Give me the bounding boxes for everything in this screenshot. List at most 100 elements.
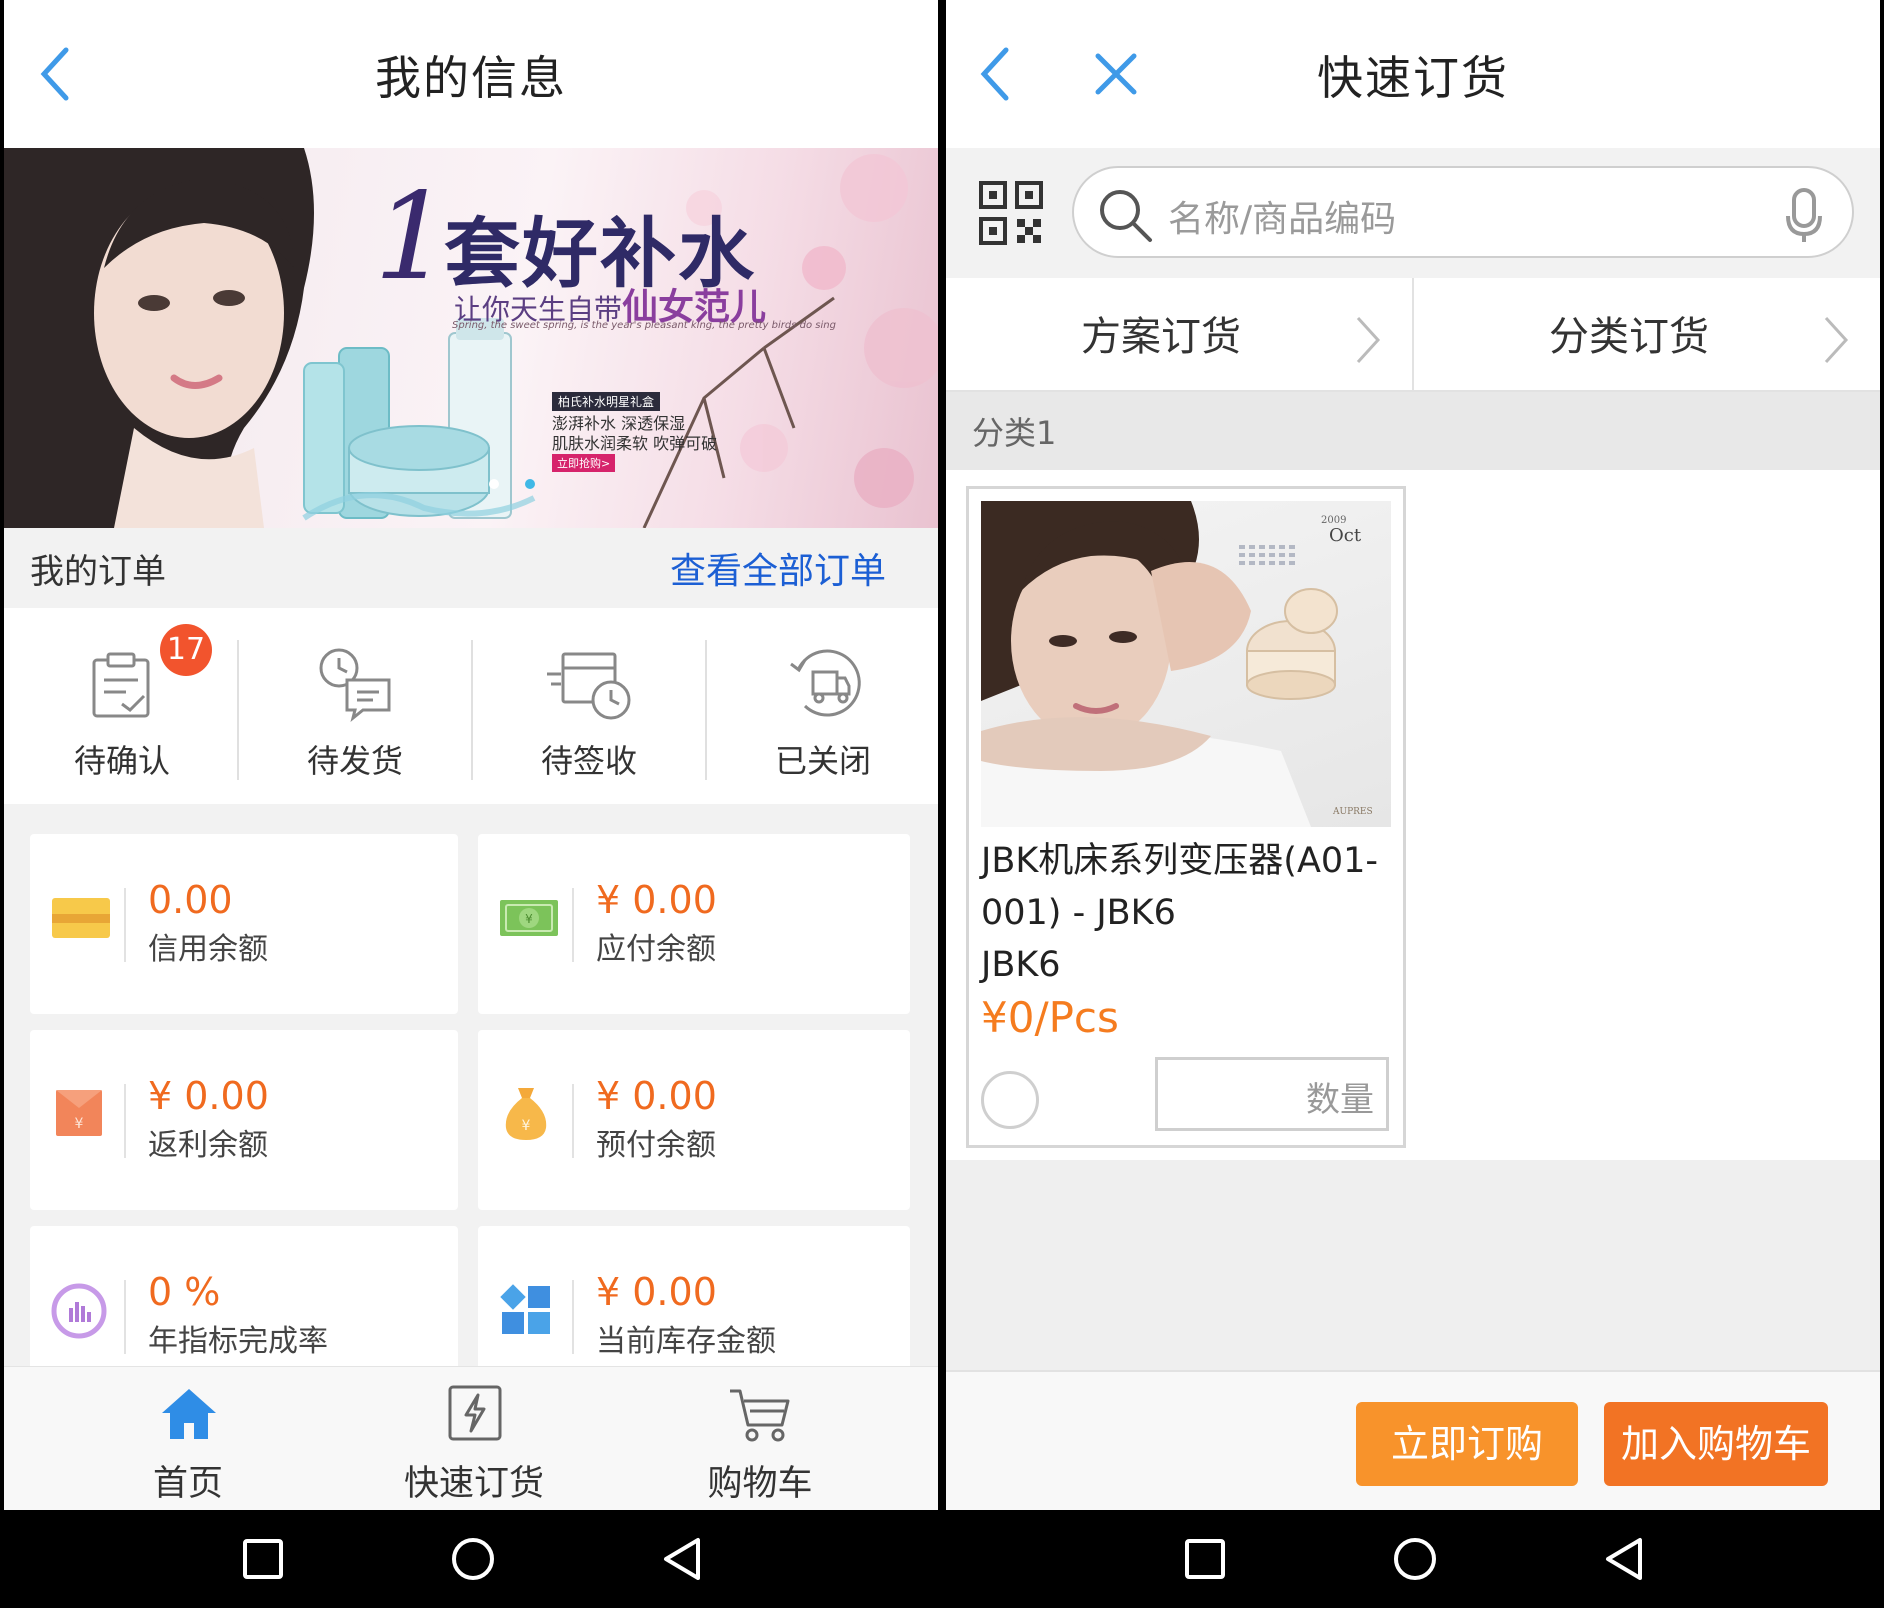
search-input[interactable]: 名称/商品编码 xyxy=(1072,166,1854,258)
nav-bar: 我的信息 xyxy=(4,0,938,148)
clock-message-icon xyxy=(315,644,395,728)
money-bag-icon: ¥ xyxy=(500,1084,552,1146)
order-mode-row: 方案订货 分类订货 xyxy=(946,278,1880,392)
quantity-input[interactable]: 数量 xyxy=(1155,1057,1389,1131)
bottom-tab-bar: 首页 快速订货 购物车 xyxy=(4,1366,938,1510)
cart-icon xyxy=(728,1385,792,1449)
status-pending-ship[interactable]: 待发货 xyxy=(239,630,471,810)
orders-header: 我的订单 查看全部订单 xyxy=(4,528,938,608)
action-bar: 立即订购 加入购物车 xyxy=(946,1370,1880,1510)
status-pending-confirm[interactable]: 17 待确认 xyxy=(6,624,238,810)
balance-value: ¥ 0.00 xyxy=(596,878,717,922)
clipboard-check-icon xyxy=(86,648,158,724)
balance-value: 0 % xyxy=(148,1270,221,1314)
back-triangle-icon[interactable] xyxy=(660,1536,704,1586)
home-circle-icon[interactable] xyxy=(450,1536,496,1586)
balance-card-rebate[interactable]: ¥ ¥ 0.00 返利余额 xyxy=(30,1030,458,1210)
balance-label: 返利余额 xyxy=(148,1128,268,1163)
tab-label: 购物车 xyxy=(707,1464,813,1504)
delivery-truck-clock-icon xyxy=(545,646,635,726)
system-nav-bar xyxy=(946,1510,1880,1608)
quantity-placeholder: 数量 xyxy=(1306,1080,1374,1120)
search-icon xyxy=(1096,186,1156,250)
view-all-orders-link[interactable]: 查看全部订单 xyxy=(670,542,886,594)
quick-order-screen: 快速订货 名称/商品编码 方案订货 分类订货 分类1 2009 Oct AUPR… xyxy=(946,0,1880,1608)
buy-now-button[interactable]: 立即订购 xyxy=(1356,1402,1578,1486)
divider xyxy=(572,888,574,962)
svg-text:¥: ¥ xyxy=(525,912,533,926)
status-label: 待签收 xyxy=(540,742,637,780)
banner-box-button[interactable]: 立即抢购> xyxy=(552,454,616,472)
chevron-right-icon xyxy=(1820,314,1850,370)
product-name: JBK机床系列变压器(A01-001) - JBK6 xyxy=(981,841,1379,933)
balance-label: 信用余额 xyxy=(148,932,268,967)
my-info-screen: 我的信息 1 套好补水 让你天生自带仙女范儿 Spring, the sweet… xyxy=(4,0,938,1608)
truck-return-icon xyxy=(785,644,863,726)
balance-value: ¥ 0.00 xyxy=(148,1074,269,1118)
tab-label: 首页 xyxy=(152,1464,223,1504)
tab-home[interactable]: 首页 xyxy=(38,1367,338,1511)
credit-card-icon xyxy=(50,896,112,944)
status-pending-receipt[interactable]: 待签收 xyxy=(473,630,705,810)
balance-card-credit[interactable]: 0.00 信用余额 xyxy=(30,834,458,1014)
balance-card-payable[interactable]: ¥ ¥ 0.00 应付余额 xyxy=(478,834,910,1014)
status-closed[interactable]: 已关闭 xyxy=(707,630,938,810)
balance-value: ¥ 0.00 xyxy=(596,1074,717,1118)
home-icon xyxy=(158,1385,220,1447)
status-label: 待确认 xyxy=(73,742,170,780)
balance-card-prepaid[interactable]: ¥ ¥ 0.00 预付余额 xyxy=(478,1030,910,1210)
divider xyxy=(572,1280,574,1354)
product-image: 2009 Oct AUPRES xyxy=(981,501,1391,827)
product-card[interactable]: 2009 Oct AUPRES JBK机床系列变压器(A01-001) - JB… xyxy=(966,486,1406,1148)
banner-headline-number: 1 xyxy=(374,168,451,307)
image-month: Oct xyxy=(1329,525,1362,546)
image-brand: AUPRES xyxy=(1333,807,1373,817)
product-photo xyxy=(981,501,1338,827)
promo-banner[interactable]: 1 套好补水 让你天生自带仙女范儿 Spring, the sweet spri… xyxy=(4,148,938,528)
status-label: 已关闭 xyxy=(774,742,871,780)
balance-value: 0.00 xyxy=(148,878,233,922)
chevron-right-icon xyxy=(1352,314,1382,370)
microphone-icon[interactable] xyxy=(1784,186,1824,250)
category-header: 分类1 xyxy=(946,392,1880,470)
divider xyxy=(124,888,126,962)
banknote-icon: ¥ xyxy=(498,898,560,942)
banner-box-line2: 肌肤水润柔软 吹弹可破 xyxy=(552,434,718,453)
category-label: 分类1 xyxy=(972,414,1057,452)
search-row: 名称/商品编码 xyxy=(946,148,1880,278)
balance-value: ¥ 0.00 xyxy=(596,1270,717,1314)
recent-apps-icon[interactable] xyxy=(242,1538,284,1584)
balance-grid: 0.00 信用余额 ¥ ¥ 0.00 应付余额 ¥ ¥ 0.00 返利余额 ¥ … xyxy=(4,804,938,1406)
pending-confirm-badge: 17 xyxy=(160,624,212,676)
bar-chart-circle-icon xyxy=(50,1282,108,1344)
banner-box-heading: 柏氏补水明星礼盒 xyxy=(552,392,661,411)
svg-text:¥: ¥ xyxy=(75,1116,84,1132)
banner-small-line: Spring, the sweet spring, is the year's … xyxy=(452,320,836,331)
balance-label: 预付余额 xyxy=(596,1128,716,1163)
category-order-button[interactable]: 分类订货 xyxy=(1414,278,1880,392)
page-title: 我的信息 xyxy=(375,51,567,105)
mode-label: 方案订货 xyxy=(1081,314,1241,360)
balance-label: 年指标完成率 xyxy=(148,1324,328,1359)
svg-text:¥: ¥ xyxy=(522,1118,531,1134)
add-to-cart-button[interactable]: 加入购物车 xyxy=(1604,1402,1828,1486)
tab-cart[interactable]: 购物车 xyxy=(610,1367,910,1511)
status-label: 待发货 xyxy=(306,742,403,780)
qr-scan-icon[interactable] xyxy=(978,180,1044,250)
product-price: ¥0/Pcs xyxy=(981,993,1119,1042)
tab-label: 快速订货 xyxy=(403,1464,544,1504)
home-circle-icon[interactable] xyxy=(1392,1536,1438,1586)
red-envelope-icon: ¥ xyxy=(52,1086,106,1144)
divider xyxy=(124,1280,126,1354)
system-nav-bar xyxy=(4,1510,938,1608)
tab-quick-order[interactable]: 快速订货 xyxy=(324,1367,624,1511)
divider xyxy=(572,1084,574,1158)
blocks-icon xyxy=(498,1282,554,1342)
back-triangle-icon[interactable] xyxy=(1602,1536,1646,1586)
empty-area xyxy=(946,1160,1880,1370)
recent-apps-icon[interactable] xyxy=(1184,1538,1226,1584)
product-list: 2009 Oct AUPRES JBK机床系列变压器(A01-001) - JB… xyxy=(946,470,1880,1160)
select-radio[interactable] xyxy=(981,1071,1039,1129)
nav-bar: 快速订货 xyxy=(946,0,1880,148)
scheme-order-button[interactable]: 方案订货 xyxy=(946,278,1412,392)
